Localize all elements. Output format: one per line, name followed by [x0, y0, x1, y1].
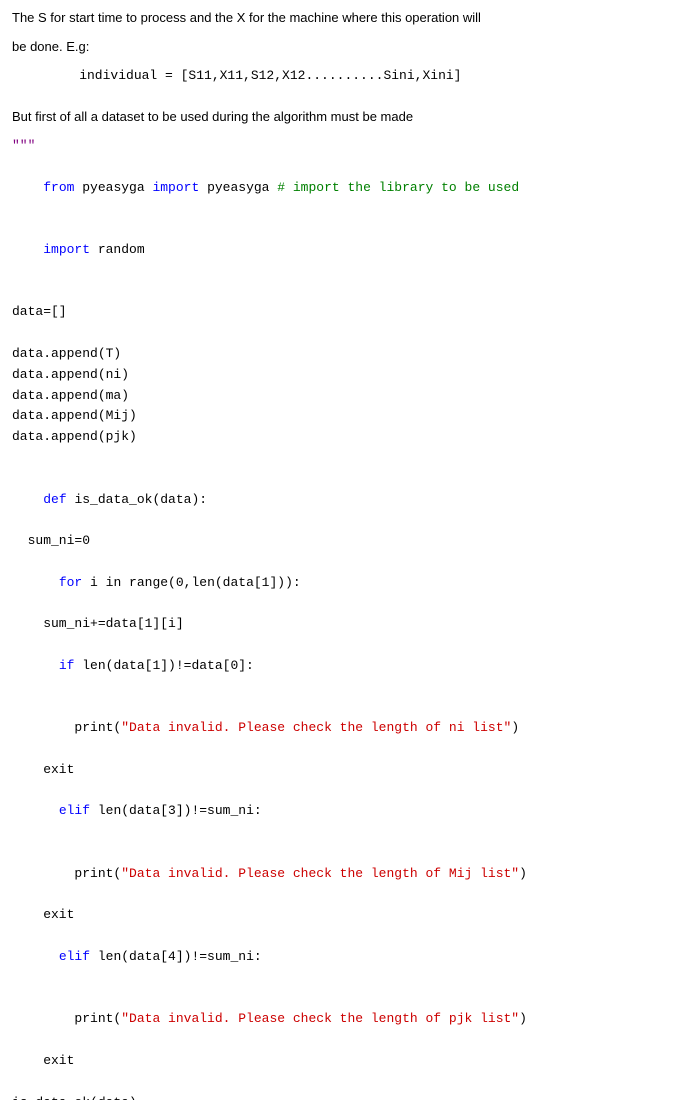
print1-string: "Data invalid. Please check the length o… [121, 720, 511, 735]
append5-line: data.append(pjk) [12, 427, 675, 448]
print1-line: print("Data invalid. Please check the le… [12, 698, 675, 760]
func-def-line: def is_data_ok(data): [12, 469, 675, 531]
desc-line2: be done. E.g: [12, 37, 675, 58]
func-name: is_data_ok(data): [74, 492, 207, 507]
if-keyword: if [59, 658, 82, 673]
desc-line1: The S for start time to process and the … [12, 8, 675, 29]
description-block: The S for start time to process and the … [12, 8, 675, 128]
append1-line: data.append(T) [12, 344, 675, 365]
individual-example: individual = [S11,X11,S12,X12..........S… [12, 66, 675, 87]
elif3-spaces [43, 803, 59, 818]
append2-line: data.append(ni) [12, 365, 675, 386]
exit1-line: exit [12, 760, 675, 781]
print2-string: "Data invalid. Please check the length o… [121, 866, 519, 881]
print3-spaces: print( [43, 1011, 121, 1026]
blank-after-appends [12, 448, 675, 469]
print1-spaces: print( [43, 720, 121, 735]
if-len-line: if len(data[1])!=data[0]: [12, 635, 675, 697]
append4-line: data.append(Mij) [12, 406, 675, 427]
elif3-condition: len(data[3])!=sum_ni: [98, 803, 262, 818]
for-loop-text [43, 575, 59, 590]
blank-before-call [12, 1072, 675, 1093]
for-body: i in range(0,len(data[1])): [90, 575, 301, 590]
import2-line: import random [12, 219, 675, 281]
import2-name: random [98, 242, 145, 257]
elif4-spaces [43, 949, 59, 964]
blank-after-init [12, 323, 675, 344]
sum-ni-line: sum_ni=0 [12, 531, 675, 552]
import1-comment: # import the library to be used [277, 180, 519, 195]
if-condition: len(data[1])!=data[0]: [82, 658, 254, 673]
print3-close: ) [519, 1011, 527, 1026]
def-keyword: def [43, 492, 74, 507]
call-line: is_data_ok(data) [12, 1093, 675, 1100]
import1-name: pyeasyga [207, 180, 277, 195]
print1-close: ) [511, 720, 519, 735]
data-init-line: data=[] [12, 302, 675, 323]
elif4-line: elif len(data[4])!=sum_ni: [12, 926, 675, 988]
print2-spaces: print( [43, 866, 121, 881]
docstring-open: """ [12, 136, 675, 157]
elif4-keyword: elif [59, 949, 98, 964]
print2-close: ) [519, 866, 527, 881]
blank-after-imports [12, 282, 675, 303]
code-block-main: """ from pyeasyga import pyeasyga # impo… [12, 136, 675, 1100]
append3-line: data.append(ma) [12, 386, 675, 407]
from-keyword: from [43, 180, 82, 195]
for-loop-line: for i in range(0,len(data[1])): [12, 552, 675, 614]
elif3-keyword: elif [59, 803, 98, 818]
import1-line: from pyeasyga import pyeasyga # import t… [12, 157, 675, 219]
for-keyword: for [59, 575, 90, 590]
print2-line: print("Data invalid. Please check the le… [12, 843, 675, 905]
individual-line: individual = [S11,X11,S12,X12..........S… [48, 66, 675, 87]
blank-space [12, 86, 675, 107]
if-spaces [43, 658, 59, 673]
import1-module: pyeasyga [82, 180, 152, 195]
exit3-line: exit [12, 1051, 675, 1072]
print3-line: print("Data invalid. Please check the le… [12, 989, 675, 1051]
dataset-note: But first of all a dataset to be used du… [12, 107, 675, 128]
import2-keyword: import [43, 242, 98, 257]
exit2-line: exit [12, 905, 675, 926]
elif3-line: elif len(data[3])!=sum_ni: [12, 781, 675, 843]
print3-string: "Data invalid. Please check the length o… [121, 1011, 519, 1026]
sum-update-line: sum_ni+=data[1][i] [12, 614, 675, 635]
import-keyword: import [152, 180, 207, 195]
elif4-condition: len(data[4])!=sum_ni: [98, 949, 262, 964]
